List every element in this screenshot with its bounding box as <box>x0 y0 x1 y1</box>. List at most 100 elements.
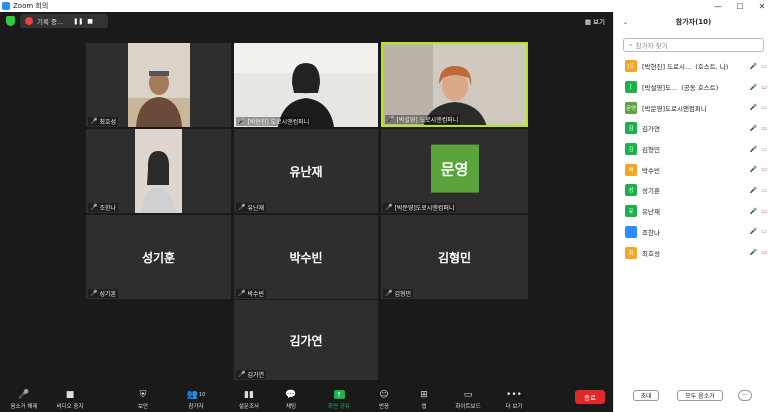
tile-display-name: 박수빈 <box>289 250 323 265</box>
tile-display-name: 유난재 <box>289 164 323 179</box>
invite-button[interactable]: 초대 <box>633 390 659 401</box>
mic-muted-icon: 🎤 <box>238 204 246 211</box>
collapse-chevron-icon[interactable]: ⌄ <box>623 19 628 26</box>
camera-icon[interactable]: ▭ <box>761 84 767 91</box>
video-tile-kimhyungmin[interactable]: 김형민 🎤 김형민 <box>381 215 528 299</box>
participant-name: [박문영]도로시앤컴퍼니 <box>642 104 707 113</box>
minimize-button[interactable]: — <box>707 0 729 12</box>
participant-avatar: 유 <box>625 205 637 218</box>
video-tile-johanna[interactable]: 🎤 조한나 <box>86 129 231 213</box>
participant-row[interactable]: [[박설영]도... (공동 호스트) 🎤 ▭ <box>614 77 773 98</box>
participant-role: (호스트, 나) <box>695 63 729 72</box>
mic-muted-icon: 🎤 <box>238 371 246 378</box>
participant-search-input[interactable]: ⌕ 참가자 찾기 <box>623 38 764 52</box>
participant-row[interactable]: 최 최호성 🎤 ▭ <box>614 242 773 263</box>
participant-avatar: [도 <box>625 60 637 73</box>
polls-button[interactable]: ▮▮ 설문조사 <box>228 388 270 410</box>
camera-icon[interactable]: ▭ <box>761 63 767 70</box>
video-tile-choihosung[interactable]: 🎤 최호성 <box>86 43 231 127</box>
whiteboard-button[interactable]: ▭ 화이트보드 <box>447 388 489 410</box>
panel-more-button[interactable]: ··· <box>738 390 752 401</box>
camera-icon[interactable]: ▭ <box>761 208 767 215</box>
participant-row[interactable]: 문영 [박문영]도로시앤컴퍼니 🎤 ▭ <box>614 97 773 118</box>
zoom-logo-icon <box>2 2 10 10</box>
participant-row[interactable]: 김 김형민 🎤 ▭ <box>614 139 773 160</box>
mic-muted-icon: 🎤 <box>387 116 395 123</box>
participant-name: 김형민 <box>642 146 660 155</box>
mic-muted-icon[interactable]: 🎤 <box>750 84 757 91</box>
video-tile-parkseolyoung[interactable]: 🎤 [박설영] 도로시앤컴퍼니 <box>381 42 528 127</box>
video-tile-kimgayeon[interactable]: 김가연 🎤 김가연 <box>234 300 378 380</box>
apps-button[interactable]: ⊞ 앱 <box>403 388 445 410</box>
mic-muted-icon: 🎤 <box>385 204 393 211</box>
video-tile-parkhyunjin[interactable]: 🎤 [박현진] 도로시앤컴퍼니 <box>234 43 378 127</box>
participant-row[interactable]: 조한나 🎤 ▭ <box>614 222 773 243</box>
tile-name: 🎤 최호성 <box>88 117 119 126</box>
tile-name: 🎤 성기훈 <box>88 289 119 298</box>
participant-role: (공동 호스트) <box>681 84 719 93</box>
tile-name: 🎤 [박설영] 도로시앤컴퍼니 <box>385 115 461 124</box>
share-arrow-icon: ↑ <box>333 390 345 399</box>
more-dots-icon: ••• <box>506 390 522 400</box>
reaction-emoji-icon: ☺ <box>379 390 389 400</box>
mic-muted-icon[interactable]: 🎤 <box>750 146 757 153</box>
mic-muted-icon[interactable]: 🎤 <box>750 249 757 256</box>
mic-muted-icon: 🎤 <box>90 290 98 297</box>
participants-panel: ⌄ 참가자(10) ⌕ 참가자 찾기 [도 [박현진] 도로시... (호스트, 나… <box>613 12 773 412</box>
mic-muted-icon: 🎤 <box>90 204 98 211</box>
mic-muted-icon[interactable]: 🎤 <box>750 63 757 70</box>
participant-name: 박수빈 <box>642 166 660 175</box>
view-button[interactable]: ▦ 보기 <box>585 16 605 26</box>
participant-status-icons: 🎤 ▭ <box>750 187 767 194</box>
participant-avatar <box>625 225 637 238</box>
camera-icon[interactable]: ▭ <box>761 166 767 173</box>
video-tile-parkmunyoung[interactable]: 문영 🎤 [박문영]도로시앤컴퍼니 <box>381 129 528 213</box>
security-button[interactable]: ⛨ 보안 <box>122 388 164 410</box>
participant-avatar: 김 <box>625 143 637 156</box>
reactions-button[interactable]: ☺ 반응 <box>363 388 405 410</box>
camera-icon[interactable]: ▭ <box>761 187 767 194</box>
camera-icon[interactable]: ▭ <box>761 228 767 235</box>
participants-button[interactable]: 👥 10 참가자 <box>175 388 217 410</box>
participant-name: 조한나 <box>642 228 660 237</box>
video-tile-parksubin[interactable]: 박수빈 🎤 박수빈 <box>234 215 378 299</box>
panel-title: 참가자(10) <box>675 18 712 26</box>
participant-row[interactable]: 김 김가연 🎤 ▭ <box>614 118 773 139</box>
participant-row[interactable]: 유 유난재 🎤 ▭ <box>614 201 773 222</box>
video-tile-sunggihun[interactable]: 성기훈 🎤 성기훈 <box>86 215 231 299</box>
participant-name: 성기훈 <box>642 187 660 196</box>
tile-name: 🎤 박수빈 <box>236 289 267 298</box>
pause-recording-button[interactable]: ❚❚ <box>73 18 83 25</box>
tile-display-name: 성기훈 <box>141 250 176 265</box>
shield-icon: ⛨ <box>139 390 147 400</box>
camera-icon[interactable]: ▭ <box>761 125 767 132</box>
participant-video <box>234 43 378 127</box>
maximize-button[interactable]: ☐ <box>729 0 751 12</box>
recording-label: 기록 중... <box>37 18 64 26</box>
stop-recording-button[interactable]: ■ <box>87 18 93 25</box>
camera-icon[interactable]: ▭ <box>761 249 767 256</box>
mic-muted-icon[interactable]: 🎤 <box>750 228 757 235</box>
more-button[interactable]: ••• 더 보기 <box>493 388 535 410</box>
video-tile-yunanjae[interactable]: 유난재 🎤 유난재 <box>234 129 378 213</box>
chat-button[interactable]: 💬 채팅 <box>270 388 312 410</box>
participant-row[interactable]: [도 [박현진] 도로시... (호스트, 나) 🎤 ▭ <box>614 56 773 77</box>
camera-icon[interactable]: ▭ <box>761 104 767 111</box>
end-meeting-button[interactable]: 종료 <box>575 390 605 404</box>
mute-all-button[interactable]: 모두 음소거 <box>677 390 723 401</box>
security-shield-icon[interactable] <box>6 16 15 26</box>
tile-display-name: 김형민 <box>437 250 472 265</box>
mic-muted-icon[interactable]: 🎤 <box>750 166 757 173</box>
participant-row[interactable]: 성 성기훈 🎤 ▭ <box>614 180 773 201</box>
mic-muted-icon[interactable]: 🎤 <box>750 104 757 111</box>
share-screen-button[interactable]: ↑ 화면 공유 <box>318 388 360 410</box>
mic-muted-icon[interactable]: 🎤 <box>750 187 757 194</box>
close-button[interactable]: ✕ <box>751 0 773 12</box>
mic-muted-icon[interactable]: 🎤 <box>750 125 757 132</box>
camera-icon[interactable]: ▭ <box>761 146 767 153</box>
participant-status-icons: 🎤 ▭ <box>750 249 767 256</box>
unmute-button[interactable]: 🎤 음소거 해제 <box>3 388 45 410</box>
stop-video-button[interactable]: ■ 비디오 중지 <box>49 388 91 410</box>
mic-muted-icon[interactable]: 🎤 <box>750 208 757 215</box>
participant-row[interactable]: 박 박수빈 🎤 ▭ <box>614 159 773 180</box>
